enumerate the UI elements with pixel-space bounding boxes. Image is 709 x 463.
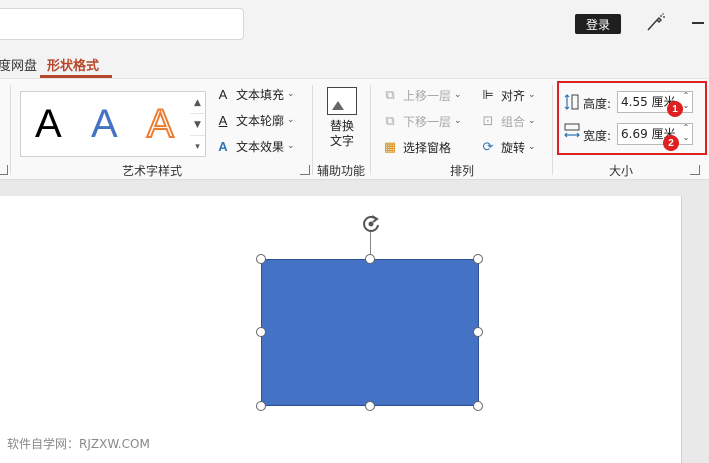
chevron-down-icon: ⌄: [287, 115, 295, 125]
resize-handle-bottom[interactable]: [365, 401, 375, 411]
chevron-down-icon: ⌄: [454, 90, 462, 100]
size-launcher[interactable]: [690, 165, 700, 175]
resize-handle-left[interactable]: [256, 327, 266, 337]
wordart-gallery[interactable]: A A A: [20, 91, 206, 157]
wordart-launcher[interactable]: [300, 165, 310, 175]
gallery-more-icon[interactable]: ▾: [190, 136, 205, 158]
resize-handle-right[interactable]: [473, 327, 483, 337]
chevron-down-icon: ⌄: [528, 90, 536, 100]
gallery-up-icon[interactable]: ▲: [190, 92, 205, 114]
gallery-scroll[interactable]: ▲ ▼ ▾: [190, 91, 206, 157]
resize-handle-top-left[interactable]: [256, 254, 266, 264]
send-backward-icon: ⧉: [385, 113, 395, 129]
magic-wand-icon[interactable]: [644, 12, 666, 34]
rotate-button[interactable]: ⟳ 旋转 ⌄: [479, 137, 536, 157]
group-button[interactable]: ⊡ 组合 ⌄: [479, 111, 536, 131]
wordart-style-orange-outline[interactable]: A: [146, 100, 175, 148]
text-outline-icon: A: [218, 112, 228, 128]
image-icon: [327, 87, 357, 115]
size-highlight-box: [557, 81, 707, 155]
divider: [312, 85, 313, 175]
resize-handle-bottom-right[interactable]: [473, 401, 483, 411]
bring-forward-button[interactable]: ⧉ 上移一层 ⌄: [381, 85, 462, 105]
text-effects-icon: A: [218, 138, 228, 154]
resize-handle-bottom-left[interactable]: [256, 401, 266, 411]
chevron-down-icon: ⌄: [287, 89, 295, 99]
group-launcher-left[interactable]: [0, 165, 8, 175]
divider: [552, 85, 553, 175]
chevron-down-icon: ⌄: [528, 116, 536, 126]
resize-handle-top[interactable]: [365, 254, 375, 264]
chevron-down-icon: ⌄: [287, 141, 295, 151]
rotate-handle-icon[interactable]: [360, 213, 382, 235]
resize-handle-top-right[interactable]: [473, 254, 483, 264]
marker-2: 2: [663, 135, 679, 151]
selection-pane-icon: ▦: [383, 139, 397, 155]
group-label-accessibility: 辅助功能: [317, 164, 366, 178]
chevron-down-icon: ⌄: [528, 142, 536, 152]
group-icon: ⊡: [482, 113, 494, 129]
group-label-wordart: 艺术字样式: [122, 164, 183, 178]
marker-1: 1: [667, 101, 683, 117]
selection-pane-button[interactable]: ▦ 选择窗格: [381, 137, 451, 157]
rotate-icon: ⟳: [482, 139, 494, 155]
align-button[interactable]: ⊫ 对齐 ⌄: [479, 85, 536, 105]
text-outline-button[interactable]: A 文本轮廓 ⌄: [214, 110, 295, 130]
chevron-down-icon: ⌄: [454, 116, 462, 126]
gallery-down-icon[interactable]: ▼: [190, 114, 205, 136]
text-fill-icon: A: [218, 86, 228, 102]
divider: [10, 85, 11, 175]
group-label-arrange: 排列: [450, 164, 475, 178]
minimize-button[interactable]: [692, 22, 704, 24]
tab-baidu-netdisk[interactable]: 度网盘: [0, 55, 37, 74]
group-label-size: 大小: [609, 164, 634, 178]
ribbon-tabs: 度网盘 形状格式: [0, 50, 709, 78]
text-fill-button[interactable]: A 文本填充 ⌄: [214, 84, 295, 104]
wordart-style-black[interactable]: A: [35, 100, 62, 148]
login-button[interactable]: 登录: [575, 14, 621, 34]
divider: [370, 85, 371, 175]
watermark: 软件自学网：RJZXW.COM: [7, 437, 150, 451]
bring-forward-icon: ⧉: [385, 87, 395, 103]
text-effects-button[interactable]: A 文本效果 ⌄: [214, 136, 295, 156]
title-bar: 登录: [0, 0, 709, 48]
wordart-style-blue[interactable]: A: [91, 100, 118, 148]
send-backward-button[interactable]: ⧉ 下移一层 ⌄: [381, 111, 462, 131]
align-icon: ⊫: [482, 87, 494, 103]
alt-text-button[interactable]: 替换 文字: [322, 87, 362, 149]
rectangle-shape[interactable]: [261, 259, 479, 406]
search-box[interactable]: [0, 8, 244, 40]
tab-shape-format[interactable]: 形状格式: [47, 55, 99, 74]
